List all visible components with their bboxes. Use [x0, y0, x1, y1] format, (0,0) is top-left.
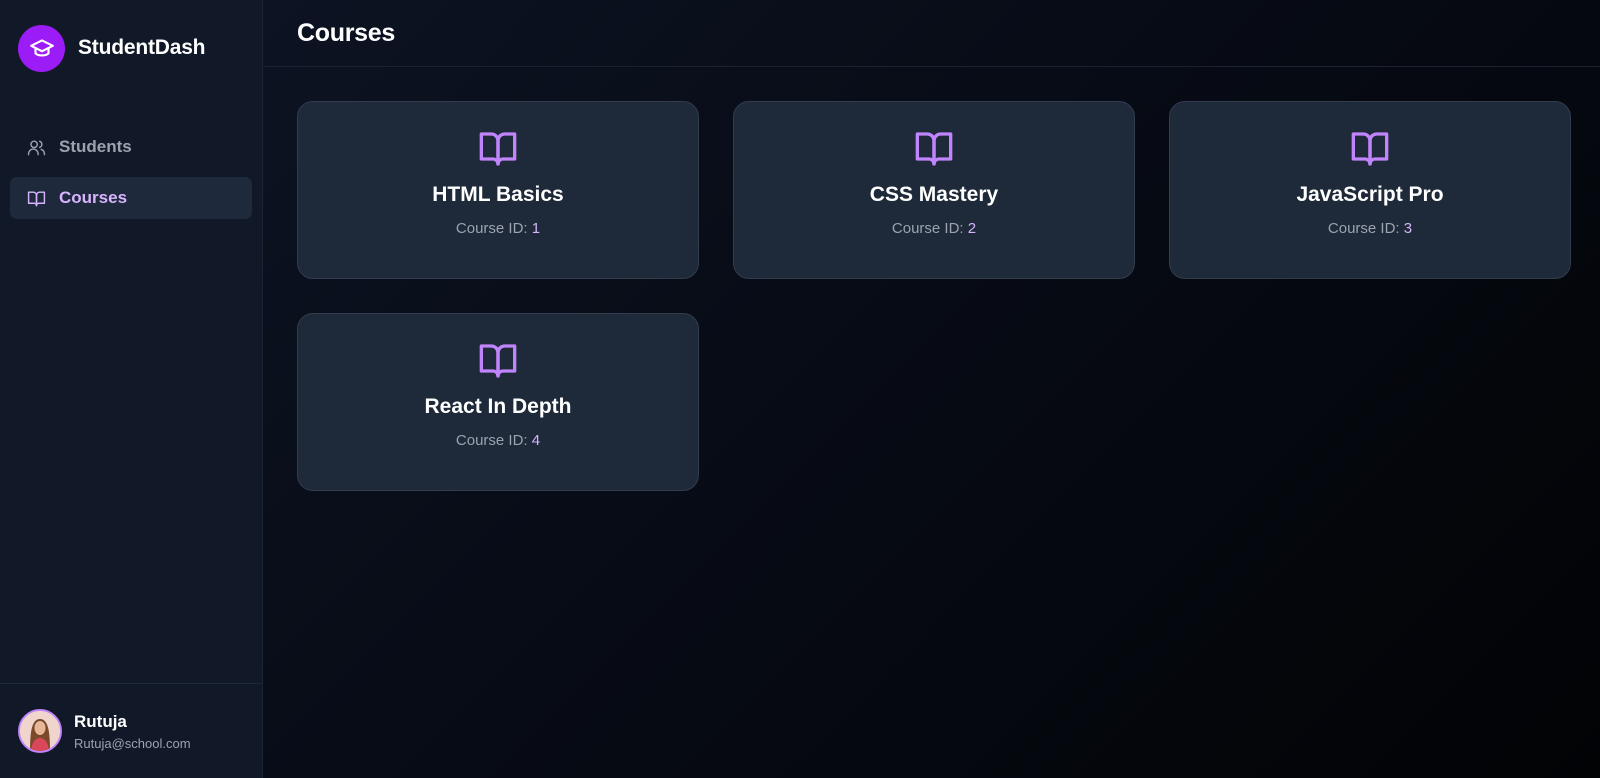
course-id: 1 [531, 220, 541, 237]
course-card[interactable]: HTML Basics Course ID: 1 [297, 101, 699, 279]
course-title: React In Depth [424, 395, 572, 418]
topbar: Courses [263, 0, 1600, 67]
course-meta: Course ID: 4 [456, 432, 540, 449]
app-root: StudentDash Students Courses Rutuja Rutu… [0, 0, 1600, 778]
course-id: 2 [967, 220, 977, 237]
course-id-label: Course ID: [1327, 220, 1400, 237]
course-card[interactable]: CSS Mastery Course ID: 2 [733, 101, 1135, 279]
course-title: CSS Mastery [869, 183, 999, 206]
course-title: HTML Basics [432, 183, 564, 206]
brand[interactable]: StudentDash [0, 0, 262, 96]
user-email: Rutuja@school.com [74, 735, 191, 751]
course-card[interactable]: JavaScript Pro Course ID: 3 [1169, 101, 1571, 279]
course-id-label: Course ID: [455, 220, 528, 237]
users-icon [26, 137, 46, 157]
user-name: Rutuja [74, 711, 127, 731]
course-meta: Course ID: 3 [1328, 220, 1412, 237]
book-open-icon [1351, 132, 1389, 166]
sidebar-item-courses[interactable]: Courses [10, 177, 252, 219]
brand-name: StudentDash [78, 36, 206, 59]
course-meta: Course ID: 2 [892, 220, 976, 237]
book-open-icon [479, 344, 517, 378]
user-profile[interactable]: Rutuja Rutuja@school.com [0, 683, 262, 778]
sidebar-nav: Students Courses [0, 96, 262, 228]
course-meta: Course ID: 1 [456, 220, 540, 237]
course-grid: HTML Basics Course ID: 1 CSS Mastery Cou… [263, 67, 1600, 491]
course-id: 3 [1403, 220, 1413, 237]
page-title: Courses [297, 18, 395, 47]
sidebar-item-label: Students [59, 137, 132, 156]
user-info: Rutuja Rutuja@school.com [74, 712, 191, 751]
graduation-cap-icon [18, 24, 65, 72]
avatar [18, 709, 62, 753]
sidebar-item-students[interactable]: Students [10, 126, 252, 168]
course-id: 4 [531, 432, 541, 449]
course-id-label: Course ID: [891, 220, 964, 237]
sidebar: StudentDash Students Courses Rutuja Rutu… [0, 0, 263, 778]
course-card[interactable]: React In Depth Course ID: 4 [297, 313, 699, 491]
sidebar-item-label: Courses [59, 188, 128, 207]
course-title: JavaScript Pro [1296, 183, 1444, 206]
main-content: Courses HTML Basics Course ID: 1 CSS Mas… [263, 0, 1600, 778]
book-open-icon [26, 188, 46, 208]
book-open-icon [915, 132, 953, 166]
book-open-icon [479, 132, 517, 166]
course-id-label: Course ID: [455, 432, 528, 449]
